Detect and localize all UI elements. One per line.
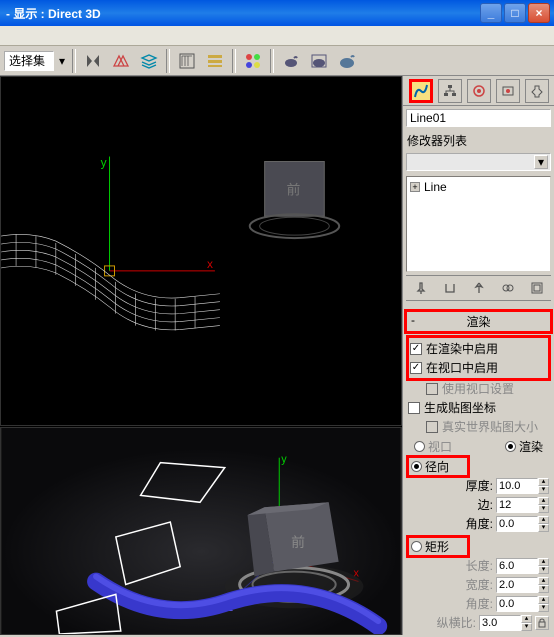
make-unique-icon[interactable] (468, 277, 490, 299)
minimize-button[interactable]: _ (480, 3, 502, 23)
svg-text:y: y (101, 155, 107, 169)
utilities-tab-icon[interactable] (525, 79, 549, 103)
spinner-down-icon[interactable]: ▾ (521, 623, 532, 631)
enable-in-render-checkbox[interactable]: ✓ (410, 343, 422, 355)
lock-aspect-icon[interactable] (535, 616, 549, 630)
radial-label: 径向 (425, 458, 449, 475)
remove-modifier-icon[interactable] (497, 277, 519, 299)
stack-item-line[interactable]: + Line (409, 179, 548, 195)
length-input[interactable] (496, 558, 538, 574)
thickness-input[interactable] (496, 478, 538, 494)
window-title: - 显示 : Direct 3D (4, 5, 480, 22)
render-radio-label: 渲染 (519, 438, 543, 455)
viewports: y x 前 (0, 76, 402, 635)
expand-icon[interactable]: + (410, 182, 420, 192)
render-rollout-header[interactable]: - 渲染 (406, 311, 551, 332)
pin-stack-icon[interactable] (410, 277, 432, 299)
schematic-view-icon[interactable] (202, 48, 228, 74)
enable-in-viewport-label: 在视口中启用 (426, 359, 498, 376)
render-setup-icon[interactable] (278, 48, 304, 74)
show-result-icon[interactable] (439, 277, 461, 299)
sides-input[interactable] (496, 497, 538, 513)
display-tab-icon[interactable] (496, 79, 520, 103)
spinner-up-icon[interactable]: ▴ (538, 577, 549, 585)
viewport-radio-label: 视口 (428, 438, 452, 455)
aspect-label: 纵横比: (437, 614, 476, 631)
use-viewport-settings-checkbox[interactable] (426, 383, 438, 395)
render-radio[interactable] (505, 441, 516, 452)
use-viewport-settings-label: 使用视口设置 (442, 380, 514, 397)
generate-mapping-checkbox[interactable] (408, 402, 420, 414)
sides-label: 边: (478, 496, 493, 513)
dropdown-arrow-icon[interactable]: ▾ (56, 54, 68, 68)
enable-in-viewport-checkbox[interactable]: ✓ (410, 362, 422, 374)
spinner-down-icon[interactable]: ▾ (538, 585, 549, 593)
selection-set-dropdown[interactable]: 选择集 (4, 51, 54, 71)
length-label: 长度: (466, 557, 493, 574)
spinner-up-icon[interactable]: ▴ (521, 615, 532, 623)
spinner-down-icon[interactable]: ▾ (538, 524, 549, 532)
generate-mapping-label: 生成贴图坐标 (424, 399, 496, 416)
stack-item-label: Line (424, 180, 447, 194)
collapse-icon: - (411, 313, 415, 327)
align-icon[interactable] (108, 48, 134, 74)
close-button[interactable]: × (528, 3, 550, 23)
angle-input[interactable] (496, 516, 538, 532)
rect-angle-label: 角度: (466, 595, 493, 612)
quick-render-icon[interactable] (334, 48, 360, 74)
selection-set-label: 选择集 (9, 52, 45, 69)
aspect-input[interactable] (479, 615, 521, 631)
modifier-list-dropdown[interactable]: ▾ (406, 153, 551, 171)
spinner-down-icon[interactable]: ▾ (538, 566, 549, 574)
spinner-down-icon[interactable]: ▾ (538, 505, 549, 513)
spinner-up-icon[interactable]: ▴ (538, 497, 549, 505)
object-name-input[interactable] (406, 109, 551, 127)
spinner-down-icon[interactable]: ▾ (538, 486, 549, 494)
command-panel-tabs (403, 76, 554, 106)
svg-text:前: 前 (291, 534, 305, 550)
spinner-up-icon[interactable]: ▴ (538, 516, 549, 524)
svg-text:前: 前 (287, 181, 301, 197)
spinner-up-icon[interactable]: ▴ (538, 478, 549, 486)
width-input[interactable] (496, 577, 538, 593)
spinner-down-icon[interactable]: ▾ (538, 604, 549, 612)
modifier-stack[interactable]: + Line (406, 176, 551, 272)
radial-radio[interactable] (411, 461, 422, 472)
viewport-perspective[interactable]: y x z 前 (0, 427, 402, 635)
rect-angle-input[interactable] (496, 596, 538, 612)
viewport-radio[interactable] (414, 441, 425, 452)
svg-text:x: x (207, 257, 213, 271)
layers-icon[interactable] (136, 48, 162, 74)
viewport-top[interactable]: y x 前 (0, 76, 402, 426)
real-world-map-label: 真实世界贴图大小 (442, 418, 538, 435)
spinner-up-icon[interactable]: ▴ (538, 596, 549, 604)
angle-label: 角度: (466, 515, 493, 532)
width-label: 宽度: (466, 576, 493, 593)
mirror-icon[interactable] (80, 48, 106, 74)
real-world-map-checkbox[interactable] (426, 421, 438, 433)
modifier-list-label: 修改器列表 (403, 130, 554, 151)
render-frame-icon[interactable] (306, 48, 332, 74)
thickness-label: 厚度: (466, 477, 493, 494)
menubar (0, 26, 554, 46)
stack-tools (406, 275, 551, 301)
modify-tab-icon[interactable] (409, 79, 433, 103)
svg-text:y: y (281, 454, 287, 466)
render-rollout-title: 渲染 (466, 315, 490, 329)
enable-in-render-label: 在渲染中启用 (426, 340, 498, 357)
configure-sets-icon[interactable] (526, 277, 548, 299)
material-editor-icon[interactable] (240, 48, 266, 74)
command-panel: 修改器列表 ▾ + Line - 渲染 (402, 76, 554, 635)
motion-tab-icon[interactable] (467, 79, 491, 103)
dropdown-arrow-icon: ▾ (534, 155, 548, 169)
curve-editor-icon[interactable] (174, 48, 200, 74)
maximize-button[interactable]: □ (504, 3, 526, 23)
rectangular-radio[interactable] (411, 541, 422, 552)
spinner-up-icon[interactable]: ▴ (538, 558, 549, 566)
main-toolbar: 选择集 ▾ (0, 46, 554, 76)
titlebar: - 显示 : Direct 3D _ □ × (0, 0, 554, 26)
hierarchy-tab-icon[interactable] (438, 79, 462, 103)
rectangular-label: 矩形 (425, 538, 449, 555)
